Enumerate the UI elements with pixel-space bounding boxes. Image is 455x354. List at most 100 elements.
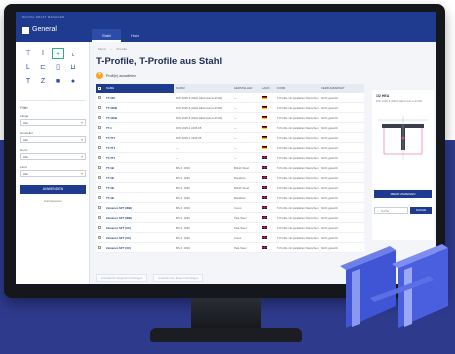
column-header-maker[interactable]: HERSTELLER [232, 84, 260, 93]
row-checkbox[interactable] [96, 193, 104, 203]
profile-name[interactable]: TT-1B [104, 183, 174, 193]
table-row[interactable]: TT-100 DIN 1025-5 (Walz-&Extrusions-Profi… [96, 93, 364, 103]
menu-toggle-icon[interactable] [22, 27, 29, 34]
profile-name[interactable]: Zemenco SFT (UC) [104, 243, 174, 253]
row-checkbox[interactable] [96, 243, 104, 253]
c-profile-icon[interactable]: ⊏ [37, 62, 49, 73]
column-header-name[interactable]: NAME [104, 84, 174, 93]
table-row[interactable]: Zemenco SFT (UC) BS 4: 1993 Tata Steel T-Pr… [96, 243, 364, 253]
table-row[interactable]: TT-TT1 DIN 1025-1 1995-05 — T-Profile mit p… [96, 133, 364, 143]
angle-profile-icon[interactable]: ⌞ [67, 48, 79, 59]
profile-name[interactable]: Zemenco SFT (IDB) [104, 213, 174, 223]
table-row[interactable]: TT-1B BS 4: 1993 British Steel T-Profile mi… [96, 163, 364, 173]
profile-form: T-Profile mit parallelen Flanschen [277, 176, 319, 180]
table-row[interactable]: Zemenco SFT (IDB) BS 4: 1993 Corus T-Profil… [96, 203, 364, 213]
filter-norm: Norm Alle ▾ [20, 148, 86, 160]
profile-maker: — [234, 116, 237, 120]
app-name: General [32, 26, 57, 33]
filter-country-select[interactable]: Alle ▾ [20, 170, 86, 177]
row-checkbox[interactable] [96, 93, 104, 103]
search-input[interactable]: ⌕ Suche [374, 207, 408, 214]
row-checkbox[interactable] [96, 223, 104, 233]
filter-length-select[interactable]: Alle ▾ [20, 119, 86, 126]
row-checkbox[interactable] [96, 143, 104, 153]
l-profile-icon[interactable]: L [22, 62, 34, 73]
row-checkbox[interactable] [96, 163, 104, 173]
z-profile-icon[interactable]: Z [37, 76, 49, 87]
row-checkbox[interactable] [96, 183, 104, 193]
select-all-checkbox[interactable] [96, 84, 104, 93]
breadcrumb-item-product[interactable]: Produkt [117, 47, 127, 51]
profile-name[interactable]: TT-100B [104, 113, 174, 123]
add-export-button[interactable]: Auswahl zum Export hinzufügen [153, 274, 204, 282]
square-profile-icon[interactable]: ■ [52, 76, 64, 87]
table-row[interactable]: TT-1 DIN 1025-1 1995-05 — T-Profile mit par… [96, 123, 364, 133]
profile-name[interactable]: TT-100 [104, 93, 174, 103]
bottom-action-bar: Auswahl für Vergleich hinzufügen Auswahl… [96, 274, 204, 282]
row-checkbox[interactable] [96, 153, 104, 163]
t-small-profile-icon[interactable]: T [22, 76, 34, 87]
profile-name[interactable]: TT-TT1 [104, 133, 174, 143]
table-row[interactable]: Zemenco SFT (UC) BS 4: 1993 Corus T-Profile… [96, 233, 364, 243]
profile-name[interactable]: TT-1B [104, 193, 174, 203]
column-header-country[interactable]: LAND [260, 84, 275, 93]
profile-name[interactable]: Zemenco SFT (UC) [104, 223, 174, 233]
filter-maker-select[interactable]: Alle ▾ [20, 136, 86, 143]
tab-holz[interactable]: Holz [121, 29, 149, 42]
profile-name[interactable]: TT-1B [104, 173, 174, 183]
filter-norm-select[interactable]: Alle ▾ [20, 153, 86, 160]
profile-name[interactable]: Zemenco SFT (IDB) [104, 203, 174, 213]
u-profile-icon[interactable]: ⊔ [67, 62, 79, 73]
add-compare-button[interactable]: Auswahl für Vergleich hinzufügen [96, 274, 148, 282]
table-row[interactable]: Zemenco SFT (IDB) BS 4: 1993 Tata Steel T-P… [96, 213, 364, 223]
profile-maker: — [234, 126, 237, 130]
profile-name[interactable]: TT-1B [104, 163, 174, 173]
table-row[interactable]: Zemenco SFT (UC) BS 4: 1993 Tata Steel T-Pr… [96, 223, 364, 233]
profile-availability: Nicht gesucht [321, 146, 338, 150]
detail-search: ⌕ Suche SUCHE [374, 207, 432, 214]
breadcrumb-item-menu[interactable]: Menü [98, 47, 106, 51]
profile-name[interactable]: TT-TT1 [104, 143, 174, 153]
column-header-norm[interactable]: NORM [174, 84, 232, 93]
profile-norm: — [176, 156, 179, 160]
table-row[interactable]: TT-TT1— — T-Profile mit parallelen Flansch… [96, 153, 364, 163]
table-row[interactable]: TT-TT1— — T-Profile mit parallelen Flansch… [96, 143, 364, 153]
profile-form: T-Profile mit parallelen Flanschen [277, 136, 319, 140]
search-button[interactable]: SUCHE [410, 207, 432, 214]
row-checkbox[interactable] [96, 123, 104, 133]
row-checkbox[interactable] [96, 133, 104, 143]
profile-name[interactable]: TT-1 [104, 123, 174, 133]
row-checkbox[interactable] [96, 213, 104, 223]
brand-text: DIGITAL DRAFT MANAGER [22, 15, 65, 19]
table-row[interactable]: TT-1B BS 4: 1993 Marathon T-Profile mit par… [96, 193, 364, 203]
circle-profile-icon[interactable]: ● [67, 76, 79, 87]
profile-form: T-Profile mit parallelen Flanschen [277, 196, 319, 200]
box-profile-icon[interactable]: ▯ [52, 62, 64, 73]
row-checkbox[interactable] [96, 113, 104, 123]
row-checkbox[interactable] [96, 173, 104, 183]
row-checkbox[interactable] [96, 203, 104, 213]
column-header-form[interactable]: FORM [275, 84, 319, 93]
show-more-button[interactable]: MEHR ANZEIGEN [374, 190, 432, 198]
plus-profile-icon[interactable]: + [52, 48, 64, 59]
t-profile-icon[interactable]: ⊤ [22, 48, 34, 59]
detail-title: 1/2 HEA [376, 94, 390, 98]
table-row[interactable]: TT-100B DIN 1025-5 (Walz-&Extrusions-Prof… [96, 113, 364, 123]
reset-filter-button[interactable]: Zurücksetzen [20, 197, 86, 205]
country-flag-icon [260, 133, 275, 143]
apply-filter-button[interactable]: ANWENDEN [20, 185, 86, 194]
table-row[interactable]: TT-1B BS 4: 1993 Marathon T-Profile mit par… [96, 173, 364, 183]
i-profile-icon[interactable]: Ι [37, 48, 49, 59]
profile-name[interactable]: TT-TT1 [104, 153, 174, 163]
profile-maker: Corus [234, 236, 242, 240]
profile-name[interactable]: TT-100B [104, 103, 174, 113]
row-checkbox[interactable] [96, 233, 104, 243]
country-flag-icon [260, 233, 275, 243]
column-header-availability[interactable]: VERFÜGBARKEIT [319, 84, 364, 93]
row-checkbox[interactable] [96, 103, 104, 113]
tab-stahl[interactable]: Stahl [92, 29, 122, 42]
table-row[interactable]: TT-100B DIN 1025-5 (Walz-&Extrusions-Prof… [96, 103, 364, 113]
select-product-button[interactable]: + Profil(e) auswählen [96, 72, 136, 79]
profile-name[interactable]: Zemenco SFT (UC) [104, 233, 174, 243]
table-row[interactable]: TT-1B BS 4: 1993 British Steel T-Profile mi… [96, 183, 364, 193]
